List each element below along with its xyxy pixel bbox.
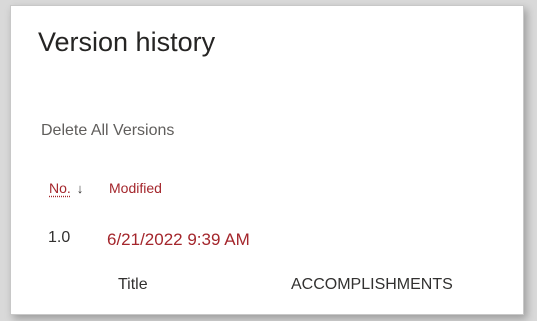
version-history-panel: Version history Delete All Versions No. … [10, 5, 524, 315]
changed-field-name: Title [118, 276, 148, 293]
column-header-no-label: No. [49, 180, 71, 196]
changed-field-value: ACCOMPLISHMENTS [291, 276, 453, 293]
panel-title: Version history [38, 27, 216, 57]
version-modified-link[interactable]: 6/21/2022 9:39 AM [107, 230, 250, 250]
delete-all-versions-button[interactable]: Delete All Versions [41, 122, 174, 140]
column-header-no[interactable]: No. ↓ [49, 180, 83, 196]
version-number: 1.0 [48, 229, 71, 246]
sort-descending-icon: ↓ [76, 180, 84, 196]
column-header-modified[interactable]: Modified [109, 180, 162, 196]
